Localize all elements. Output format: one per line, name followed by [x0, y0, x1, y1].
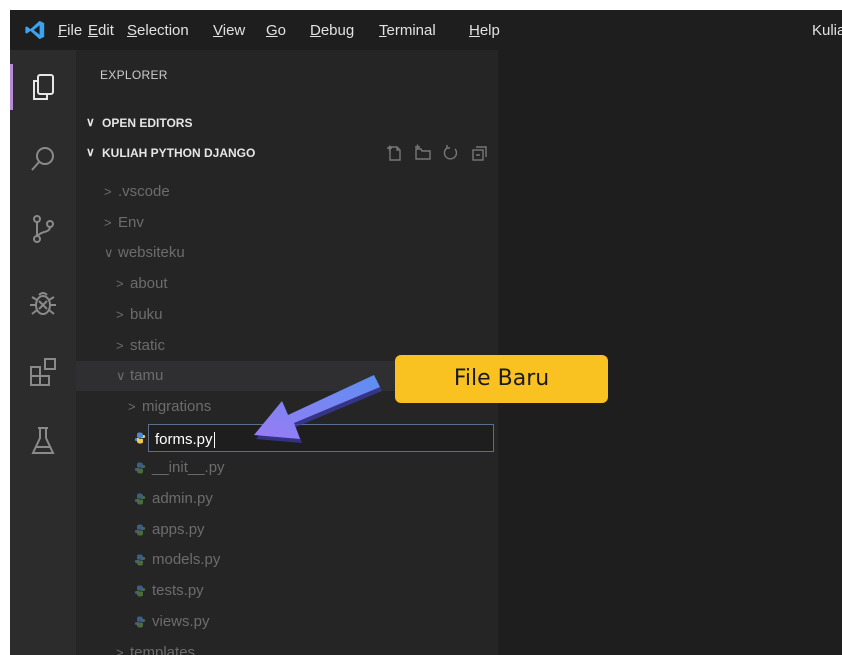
menu-mnemonic: S [127, 22, 138, 39]
menu-label-rest: iew [222, 22, 246, 39]
tree-file[interactable]: models.py [76, 545, 498, 575]
menu-selection[interactable]: Selection [127, 22, 189, 39]
menu-label-rest: election [137, 22, 189, 39]
tree-folder[interactable]: > about [76, 269, 498, 299]
explorer-icon[interactable] [10, 58, 76, 116]
callout-text: File Baru [453, 366, 550, 391]
menu-label-rest: ebug [320, 22, 355, 39]
python-file-icon [134, 432, 146, 444]
vscode-window: File Edit Selection View Go Debug Terminal Help… [10, 10, 842, 655]
open-editors-section[interactable]: ∨ OPEN EDITORS [76, 110, 498, 136]
tree-folder[interactable]: > Env [76, 208, 498, 238]
chevron-right-icon: > [116, 338, 124, 353]
menu-label-rest: elp [479, 22, 500, 39]
tree-item-label: buku [130, 306, 163, 323]
tree-item-label: about [130, 275, 168, 292]
menu-terminal[interactable]: Terminal [379, 22, 436, 39]
collapse-all-icon[interactable] [470, 144, 488, 162]
tree-folder[interactable]: ∨ websiteku [76, 238, 498, 268]
text-caret [213, 432, 215, 449]
refresh-icon[interactable] [442, 144, 460, 162]
open-editors-label: OPEN EDITORS [102, 116, 193, 130]
callout-label: File Baru [395, 355, 608, 403]
menu-help[interactable]: Help [469, 22, 500, 39]
explorer-actions [386, 144, 488, 162]
title-bar: File Edit Selection View Go Debug Terminal Help… [10, 10, 842, 50]
python-file-icon [134, 462, 146, 474]
menu-mnemonic: F [58, 22, 68, 39]
menu-mnemonic: E [88, 22, 99, 39]
menu-view[interactable]: View [213, 22, 245, 39]
python-file-icon [134, 554, 146, 566]
menu-label-rest: o [277, 22, 287, 39]
testing-icon[interactable] [10, 412, 76, 470]
tree-item-label: tamu [130, 367, 164, 384]
chevron-right-icon: > [104, 184, 112, 199]
source-control-icon[interactable] [10, 200, 76, 258]
tree-item-label: websiteku [118, 244, 185, 261]
tree-file[interactable]: views.py [76, 607, 498, 637]
tree-item-label: views.py [152, 613, 210, 630]
debug-icon[interactable] [10, 274, 76, 332]
project-section[interactable]: ∨ KULIAH PYTHON DJANGO [76, 140, 498, 166]
python-file-icon [134, 616, 146, 628]
chevron-down-icon: ∨ [86, 145, 95, 159]
new-folder-icon[interactable] [414, 144, 432, 162]
menu-label-rest: dit [98, 22, 114, 39]
menu-mnemonic: H [469, 22, 480, 39]
editor-area [498, 50, 842, 655]
python-file-icon [134, 493, 146, 505]
menu-edit[interactable]: Edit [88, 22, 114, 39]
tree-folder[interactable]: > buku [76, 300, 498, 330]
chevron-right-icon: > [116, 276, 124, 291]
tree-folder[interactable]: > .vscode [76, 177, 498, 207]
chevron-right-icon: > [116, 645, 124, 655]
chevron-right-icon: > [128, 399, 136, 414]
explorer-sidebar: EXPLORER ∨ OPEN EDITORS ∨ KULIAH PYTHON … [76, 50, 498, 655]
menu-mnemonic: T [379, 22, 387, 39]
menu-debug[interactable]: Debug [310, 22, 354, 39]
menu-go[interactable]: Go [266, 22, 286, 39]
menu-mnemonic: G [266, 22, 278, 39]
tree-file[interactable]: __init__.py [76, 453, 498, 483]
tree-item-label: Env [118, 214, 144, 231]
python-file-icon [134, 524, 146, 536]
tree-file[interactable]: admin.py [76, 484, 498, 514]
tree-item-label: tests.py [152, 582, 204, 599]
tree-item-label: admin.py [152, 490, 213, 507]
extensions-icon[interactable] [10, 342, 76, 400]
tree-item-label: apps.py [152, 521, 205, 538]
chevron-right-icon: > [116, 307, 124, 322]
tree-item-label: templates [130, 644, 196, 655]
menu-file[interactable]: File [58, 22, 82, 39]
tree-item-label: __init__.py [152, 459, 225, 476]
tree-file[interactable]: tests.py [76, 576, 498, 606]
python-file-icon [134, 585, 146, 597]
vscode-logo-icon [25, 20, 45, 40]
chevron-right-icon: > [104, 215, 112, 230]
tree-item-label: models.py [152, 551, 221, 568]
menu-mnemonic: D [310, 22, 321, 39]
chevron-down-icon: ∨ [86, 115, 95, 129]
menu-label-rest: ile [67, 22, 83, 39]
activity-bar [10, 50, 76, 655]
menu-mnemonic: V [213, 22, 223, 39]
arrow-icon [254, 375, 382, 443]
tree-folder[interactable]: > templates [76, 638, 498, 655]
chevron-down-icon: ∨ [116, 368, 126, 383]
chevron-down-icon: ∨ [104, 245, 114, 260]
search-icon[interactable] [10, 130, 76, 188]
menu-label-rest: erminal [386, 22, 436, 39]
tree-file[interactable]: apps.py [76, 515, 498, 545]
explorer-title: EXPLORER [100, 68, 168, 82]
filename-input-value: forms.py [155, 431, 215, 449]
window-title: Kulia [812, 22, 842, 39]
project-label: KULIAH PYTHON DJANGO [102, 146, 256, 160]
new-file-icon[interactable] [386, 144, 404, 162]
tree-item-label: .vscode [118, 183, 170, 200]
tree-item-label: migrations [142, 398, 212, 415]
tree-item-label: static [130, 337, 166, 354]
